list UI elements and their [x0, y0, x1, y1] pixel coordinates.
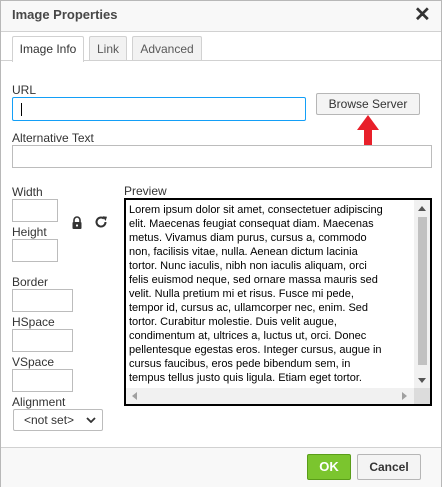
close-icon[interactable]: ✕: [414, 4, 431, 26]
height-label: Height: [12, 225, 47, 239]
ok-button[interactable]: OK: [307, 454, 351, 480]
lock-icon[interactable]: [71, 216, 83, 230]
preview-vertical-scrollbar[interactable]: [414, 200, 430, 388]
preview-area[interactable]: Lorem ipsum dolor sit amet, consectetuer…: [124, 198, 432, 406]
image-properties-dialog: Image Properties ✕ Image Info Link Advan…: [0, 0, 442, 487]
preview-line: tempus tellus justo quis ligula. Etiam e…: [129, 372, 362, 384]
scroll-left-arrow-icon[interactable]: [132, 392, 137, 400]
text-caret: [21, 103, 22, 116]
reset-size-icon[interactable]: [94, 215, 108, 229]
alignment-select[interactable]: <not set>: [13, 409, 103, 431]
preview-line: velit. Nulla pretium mi et risus. Fusce …: [129, 288, 354, 300]
alignment-label: Alignment: [12, 395, 66, 409]
preview-label: Preview: [124, 184, 167, 198]
browse-server-button[interactable]: Browse Server: [316, 93, 420, 115]
preview-line: felis euismod neque, sed ornare massa ma…: [129, 274, 378, 286]
scroll-down-arrow-icon[interactable]: [418, 378, 426, 383]
preview-line: Lorem ipsum dolor sit amet, consectetuer…: [129, 204, 383, 216]
active-tab-gap: [13, 60, 83, 62]
alt-text-input[interactable]: [12, 145, 432, 168]
dialog-titlebar: Image Properties ✕: [1, 1, 441, 32]
preview-line: tortor. Nunc iaculis, nibh non iaculis a…: [129, 260, 367, 272]
preview-line: pellentesque egestas eros. Integer cursu…: [129, 344, 382, 356]
width-label: Width: [12, 185, 43, 199]
preview-line: cursus faucibus, eros pede bibendum sem,…: [129, 358, 351, 370]
preview-line: elit. Maecenas feugiat consequat diam. M…: [129, 218, 374, 230]
scroll-up-arrow-icon[interactable]: [418, 206, 426, 211]
tab-advanced[interactable]: Advanced: [132, 36, 202, 60]
cancel-button[interactable]: Cancel: [357, 454, 421, 480]
tab-link[interactable]: Link: [89, 36, 127, 60]
preview-line: condimentum at, ultrices a, luctus ut, o…: [129, 330, 367, 342]
chevron-down-icon: [86, 417, 96, 423]
preview-line: tempor id, cursus ac, ullamcorper nec, e…: [129, 302, 369, 314]
url-input[interactable]: [12, 97, 306, 121]
vspace-input[interactable]: [12, 369, 73, 392]
vertical-scroll-thumb[interactable]: [418, 217, 427, 365]
preview-line: non, facilisis vitae, nulla. Aenean dict…: [129, 246, 358, 258]
preview-horizontal-scrollbar[interactable]: [126, 388, 414, 404]
hspace-input[interactable]: [12, 329, 73, 352]
preview-text: Lorem ipsum dolor sit amet, consectetuer…: [129, 203, 416, 387]
tab-image-info[interactable]: Image Info: [12, 36, 84, 62]
preview-line: metus. Vivamus diam purus, cursus a, com…: [129, 232, 367, 244]
scroll-right-arrow-icon[interactable]: [402, 392, 407, 400]
vspace-label: VSpace: [12, 355, 55, 369]
preview-line: tortor. Curabitur molestie. Duis velit a…: [129, 316, 337, 328]
border-label: Border: [12, 275, 49, 289]
dialog-title: Image Properties: [12, 7, 118, 22]
alt-text-label: Alternative Text: [12, 131, 94, 145]
height-input[interactable]: [12, 239, 58, 262]
alignment-selected-value: <not set>: [24, 413, 75, 427]
border-input[interactable]: [12, 289, 73, 312]
hspace-label: HSpace: [12, 315, 55, 329]
width-input[interactable]: [12, 199, 58, 222]
url-label: URL: [12, 83, 37, 97]
scrollbar-corner: [414, 388, 430, 404]
